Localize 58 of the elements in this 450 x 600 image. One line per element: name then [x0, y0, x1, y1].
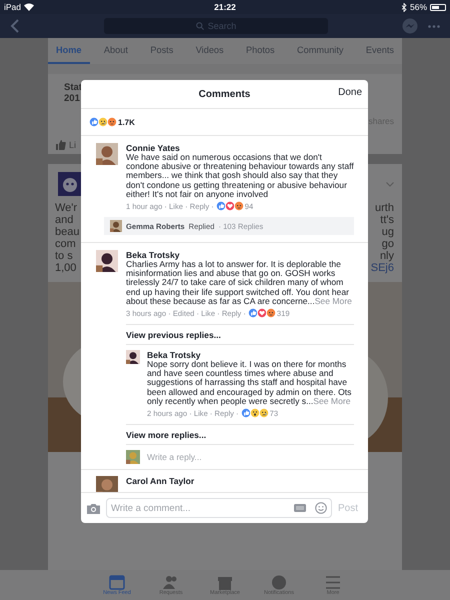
more-icon[interactable]: [428, 24, 440, 28]
thumbs-up-icon: [216, 201, 226, 212]
post-text: SEj6: [370, 262, 394, 274]
emoji-icon: [107, 117, 117, 127]
thumbs-up-icon: [89, 117, 99, 127]
battery-icon: [430, 4, 446, 10]
globe-icon: [271, 574, 287, 590]
carrier-text: iPad: [4, 2, 22, 12]
post-text: to s: [55, 250, 74, 262]
menu-icon: [325, 574, 341, 590]
heart-icon: [224, 201, 235, 212]
comment-author[interactable]: Connie Yates: [126, 143, 180, 153]
camera-icon[interactable]: [87, 502, 100, 514]
post-text: urth: [375, 202, 394, 214]
avatar-icon: [58, 172, 82, 196]
comment-field[interactable]: Write a comment...: [106, 498, 332, 518]
like-button[interactable]: Li: [56, 140, 76, 150]
post-text: 1,00: [55, 262, 78, 274]
page-tab[interactable]: Posts: [142, 38, 182, 64]
post-text: ug: [382, 226, 394, 238]
post-text: go: [382, 238, 394, 250]
post-text: tt's: [380, 214, 394, 226]
people-icon: [163, 574, 179, 590]
page-tab[interactable]: Photos: [238, 38, 283, 64]
post-text: We'r: [55, 202, 78, 214]
wifi-icon: [24, 3, 34, 11]
back-icon[interactable]: [10, 19, 19, 33]
page-tab[interactable]: About: [96, 38, 136, 64]
emoji-icon: [234, 201, 244, 212]
post-text: beau: [55, 226, 80, 238]
smiley-icon[interactable]: [314, 502, 327, 514]
post-text: 201: [64, 93, 81, 104]
page-tab[interactable]: Videos: [188, 38, 232, 64]
page-tab[interactable]: Community: [289, 38, 352, 64]
comment-author[interactable]: Carol Ann Taylor: [126, 476, 194, 486]
time-text: 21:22: [214, 2, 236, 12]
news-feed-icon: [109, 574, 125, 590]
dialog-title: Comments: [198, 88, 250, 100]
post-button[interactable]: Post: [338, 502, 358, 514]
reaction-count: 1.7K: [118, 118, 135, 126]
reply-field[interactable]: Write a reply...: [147, 452, 202, 462]
emoji-icon: [98, 117, 108, 127]
comment-text: We have said on numerous occasions that we don't condone abusive or threatening behaviour towards any staff members... we think that gosh should also say that they don't condone us getting threatening or abusive behaviour either! It's not fair on anyone involved: [126, 153, 354, 200]
search-icon: [196, 22, 204, 30]
messenger-icon[interactable]: [402, 18, 418, 34]
post-text: com: [55, 238, 77, 250]
chevron-icon[interactable]: [386, 182, 394, 187]
shop-icon: [217, 574, 233, 590]
done-button[interactable]: Done: [338, 87, 362, 98]
post-text: nly: [380, 250, 394, 262]
gif-icon[interactable]: [294, 504, 306, 512]
battery-text: 56%: [410, 2, 427, 12]
page-tab[interactable]: Events: [358, 38, 402, 64]
bluetooth-icon: [402, 2, 407, 12]
comment-author[interactable]: Beka Trotsky: [126, 250, 180, 260]
post-text: and: [55, 214, 74, 226]
post-text: Stat: [64, 82, 82, 93]
thumbs-up-icon: [56, 140, 66, 150]
